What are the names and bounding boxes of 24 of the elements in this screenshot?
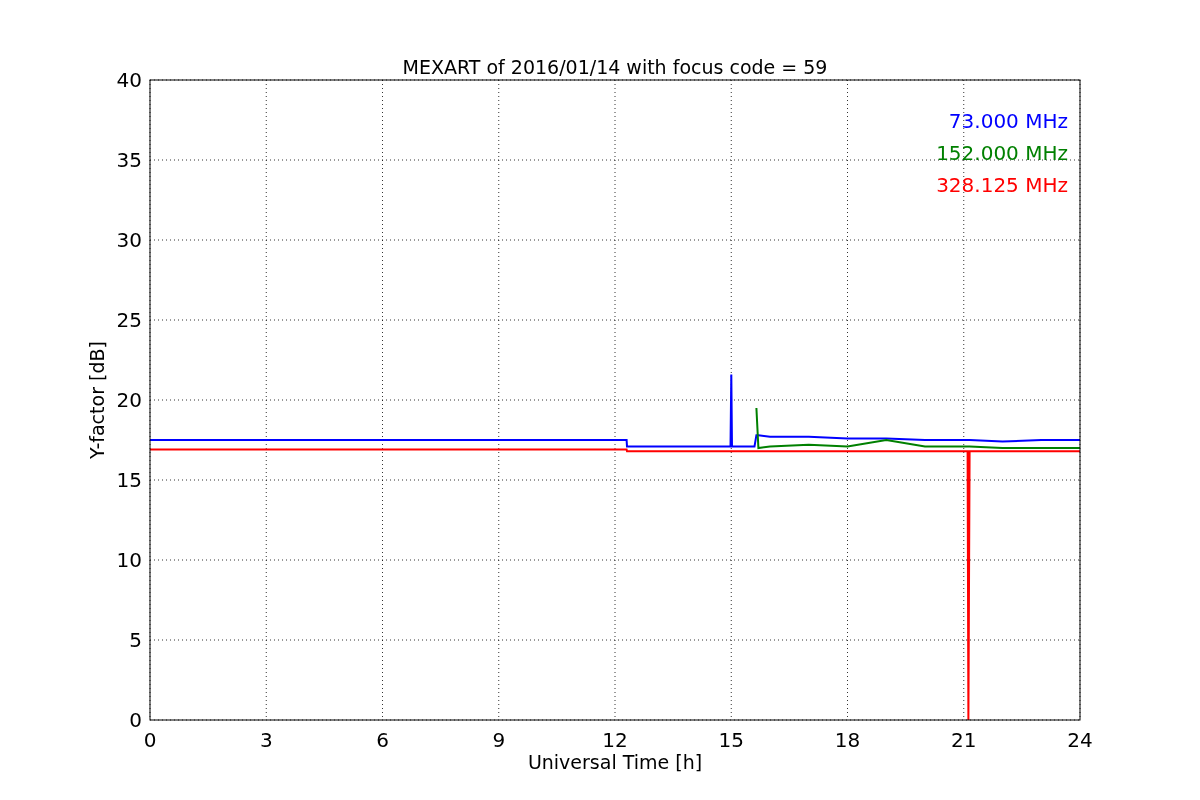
y-tick-label: 20 [116,388,142,412]
x-tick-label: 6 [376,728,389,752]
y-tick-label: 35 [116,148,142,172]
y-tick-label: 5 [129,628,142,652]
y-axis-label: Y-factor [dB] [86,341,108,459]
y-tick-label: 15 [116,468,142,492]
chart-title: MEXART of 2016/01/14 with focus code = 59 [402,56,828,78]
x-tick-label: 9 [492,728,506,752]
legend-label: 328.125 MHz [936,173,1068,197]
legend-label: 73.000 MHz [948,109,1068,133]
x-tick-label: 24 [1067,728,1093,752]
x-tick-label: 3 [259,728,273,752]
x-tick-label: 18 [834,728,861,752]
x-tick-label: 21 [951,728,977,752]
x-tick-label: 0 [143,728,157,752]
x-axis-label: Universal Time [h] [527,751,703,773]
legend-label: 152.000 MHz [936,141,1068,165]
y-tick-label: 10 [116,548,142,572]
y-tick-label: 40 [116,68,142,92]
x-tick-label: 12 [602,728,628,752]
y-tick-label: 0 [129,708,142,732]
y-tick-label: 30 [116,228,142,252]
y-tick-label: 25 [116,308,142,332]
x-tick-label: 15 [718,728,744,752]
